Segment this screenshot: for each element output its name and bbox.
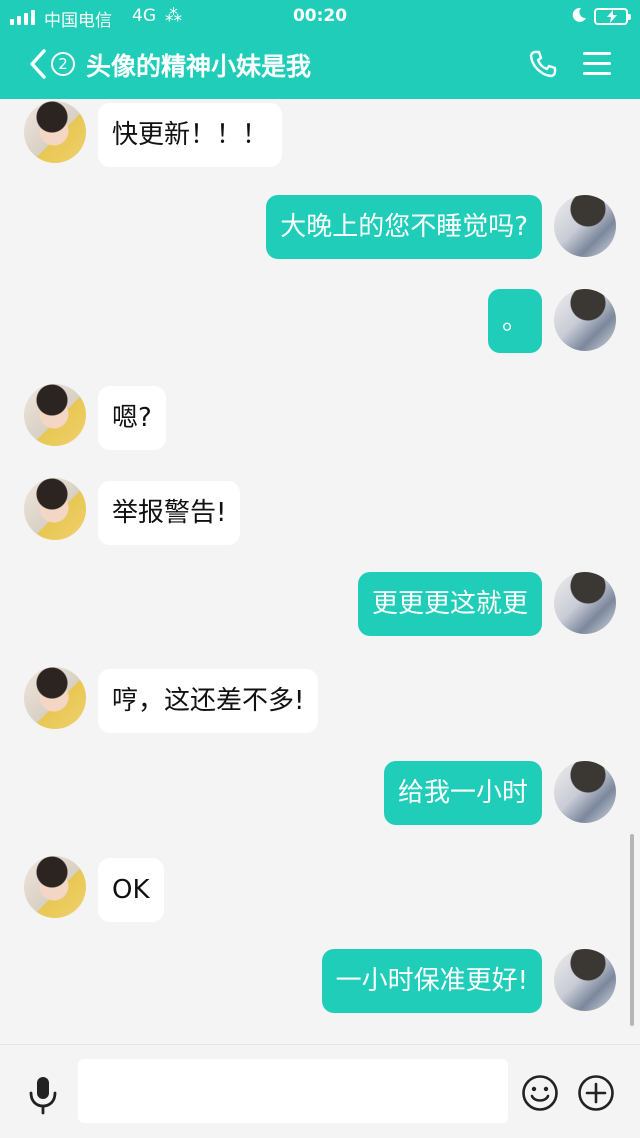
microphone-icon[interactable]: [26, 1075, 60, 1115]
chat-header: 2 头像的精神小妹是我: [0, 34, 640, 99]
moon-icon: [572, 7, 586, 22]
status-bar: 中国电信 4G ⁂ 00:20: [0, 0, 640, 34]
phone-icon[interactable]: [528, 49, 558, 79]
outgoing-message[interactable]: 大晚上的您不睡觉吗?: [266, 195, 542, 259]
incoming-message[interactable]: 嗯?: [98, 386, 166, 450]
my-avatar[interactable]: [554, 289, 616, 351]
incoming-message[interactable]: 举报警告!: [98, 481, 241, 545]
contact-avatar[interactable]: [24, 384, 86, 446]
outgoing-message[interactable]: 一小时保准更好!: [321, 949, 542, 1013]
contact-avatar[interactable]: [24, 101, 86, 163]
incoming-message[interactable]: 快更新！！！: [98, 103, 283, 167]
incoming-message[interactable]: OK: [98, 858, 164, 922]
menu-icon[interactable]: [583, 52, 611, 76]
contact-avatar[interactable]: [24, 478, 86, 540]
contact-avatar[interactable]: [24, 856, 86, 918]
outgoing-message[interactable]: 更更更这就更: [357, 572, 542, 636]
my-avatar[interactable]: [554, 949, 616, 1011]
my-avatar[interactable]: [554, 195, 616, 257]
my-avatar[interactable]: [554, 761, 616, 823]
back-chevron-icon[interactable]: [26, 48, 50, 80]
outgoing-message[interactable]: 给我一小时: [383, 761, 542, 825]
input-bar: [0, 1044, 640, 1138]
battery-icon: [594, 8, 631, 25]
status-time: 00:20: [292, 6, 348, 26]
contact-avatar[interactable]: [24, 667, 86, 729]
top-bar: 中国电信 4G ⁂ 00:20 2 头像的精神小妹是我: [0, 0, 640, 99]
unread-badge[interactable]: 2: [51, 52, 75, 76]
my-avatar[interactable]: [554, 572, 616, 634]
outgoing-message[interactable]: 。: [487, 289, 542, 353]
message-input[interactable]: [78, 1059, 508, 1123]
chat-title: 头像的精神小妹是我: [86, 52, 312, 81]
emoji-icon[interactable]: [521, 1074, 559, 1112]
scrollbar[interactable]: [630, 834, 634, 1026]
plus-icon[interactable]: [577, 1074, 615, 1112]
incoming-message[interactable]: 哼，这还差不多!: [98, 669, 319, 733]
